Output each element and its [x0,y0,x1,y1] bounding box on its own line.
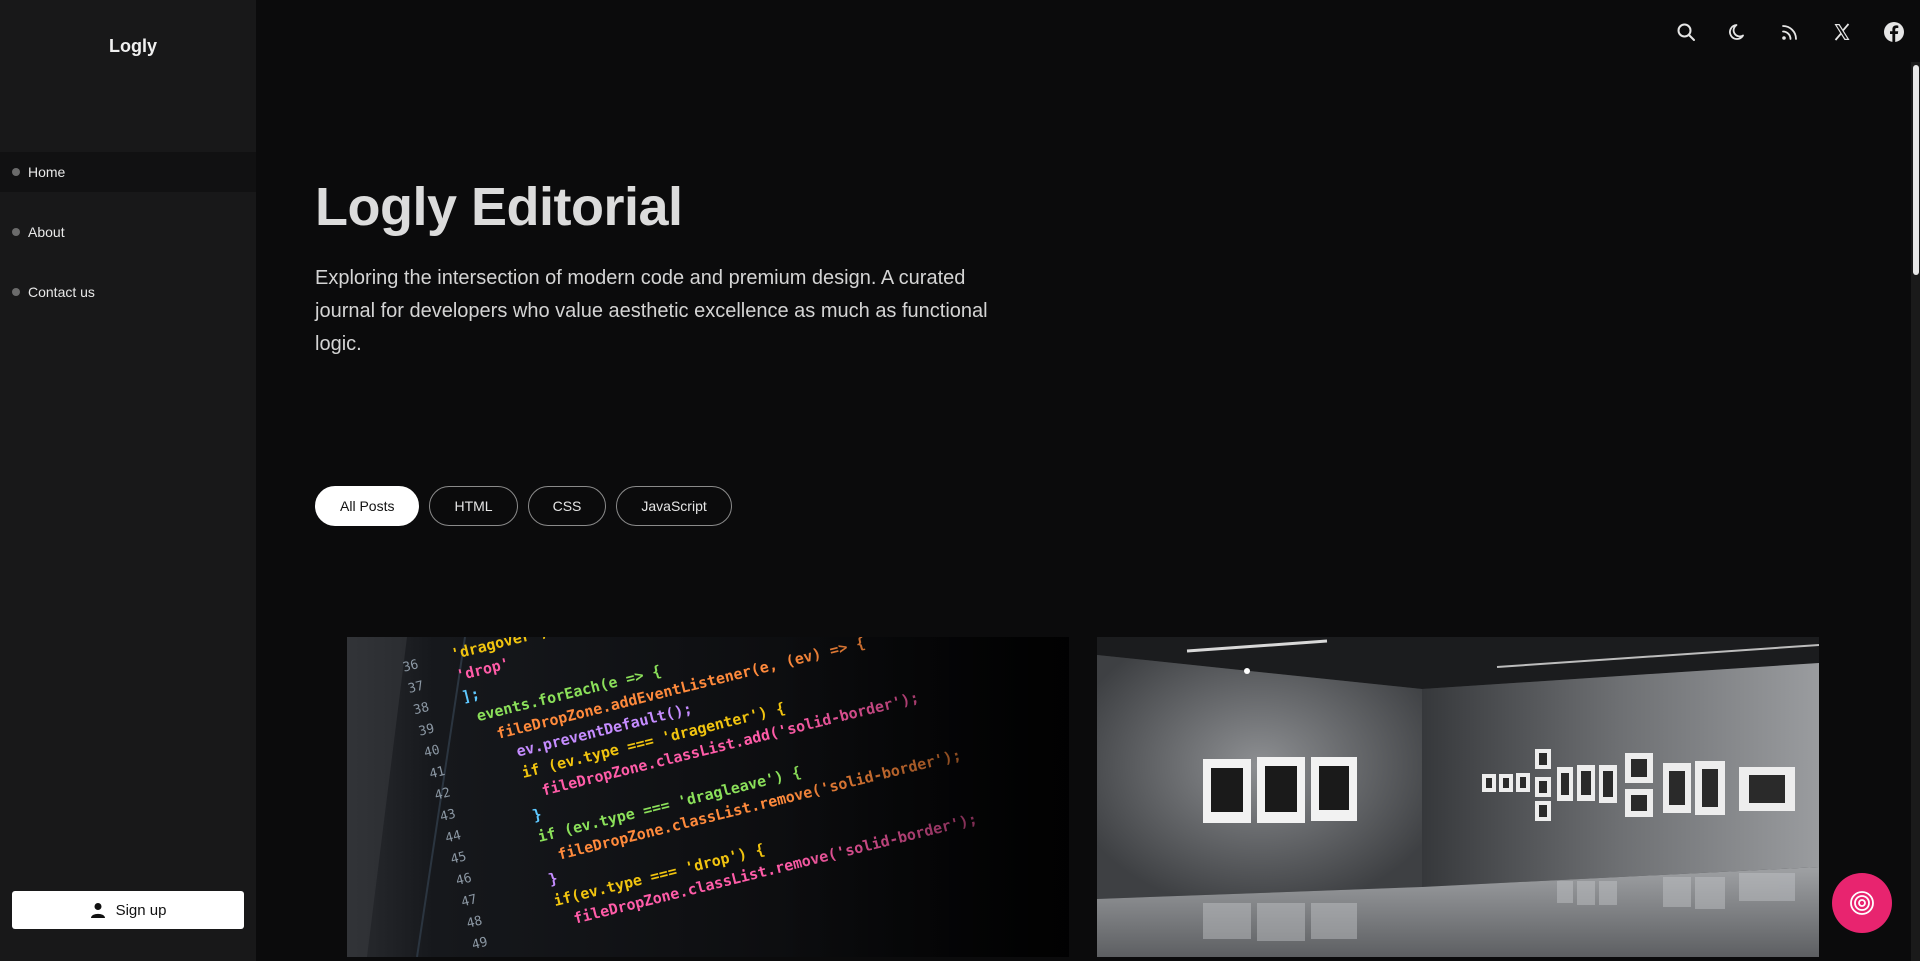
dot-icon [12,288,20,296]
dot-icon [12,228,20,236]
top-toolbar [1660,18,1920,46]
filter-html[interactable]: HTML [429,486,518,526]
sidebar-item-label: About [28,224,65,240]
page-title: Logly Editorial [315,177,683,237]
post-card-code-image[interactable]: 36'dragover',37'drop'38];39events.forEac… [347,637,1069,957]
sidebar-item-contact[interactable]: Contact us [0,272,256,312]
x-twitter-button[interactable] [1816,18,1868,46]
dot-icon [12,168,20,176]
brand-logo[interactable]: Logly [0,36,266,57]
hero-description: Exploring the intersection of modern cod… [315,267,988,355]
user-icon [90,903,105,918]
sidebar-item-home[interactable]: Home [0,152,256,192]
facebook-icon [1884,22,1904,42]
sidebar-item-label: Home [28,164,66,180]
rss-button[interactable] [1764,18,1816,46]
search-icon [1677,23,1695,41]
moon-icon [1729,24,1744,40]
search-button[interactable] [1660,18,1712,46]
facebook-button[interactable] [1868,18,1920,46]
sidebar-item-label: Contact us [28,284,95,300]
signup-label: Sign up [115,901,167,919]
x-twitter-icon [1834,23,1850,41]
gallery-image [1097,637,1819,957]
signup-button[interactable]: Sign up [12,891,244,929]
category-filters: All Posts HTML CSS JavaScript [315,486,742,526]
target-icon [1850,891,1874,915]
post-card-gallery-image[interactable] [1097,637,1819,957]
theme-toggle-button[interactable] [1712,18,1764,46]
filter-all-posts[interactable]: All Posts [315,486,420,526]
filter-javascript[interactable]: JavaScript [616,486,732,526]
scrollbar-thumb[interactable] [1913,65,1919,275]
floating-action-button[interactable] [1832,873,1892,933]
sidebar-item-about[interactable]: About [0,212,256,252]
sidebar: Logly Home About Contact us Sign up [0,0,256,961]
filter-css[interactable]: CSS [527,486,607,526]
rss-icon [1782,25,1797,40]
code-image: 36'dragover',37'drop'38];39events.forEac… [347,637,1069,957]
